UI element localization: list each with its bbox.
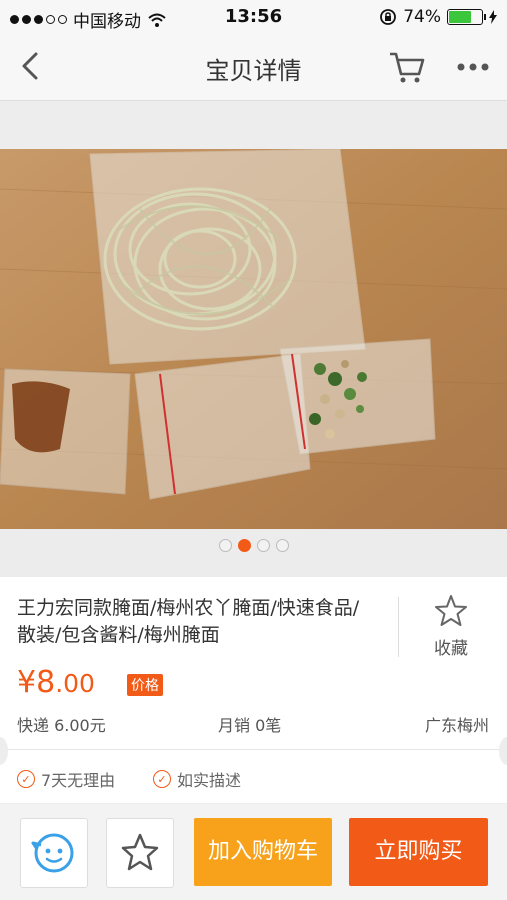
bottom-action-bar: 加入购物车 立即购买 — [0, 804, 507, 900]
pager-dot[interactable] — [237, 539, 251, 552]
checkmark-icon: ✓ — [17, 770, 35, 788]
product-title: 王力宏同款腌面/梅州农丫腌面/快速食品/散装/包含酱料/梅州腌面 — [17, 597, 360, 646]
favorite-label: 收藏 — [434, 639, 468, 659]
divider — [0, 749, 507, 750]
buy-now-button[interactable]: 立即购买 — [349, 818, 488, 886]
gallery-pager — [0, 529, 507, 577]
price-symbol: ¥ — [17, 665, 37, 700]
add-to-cart-button[interactable]: 加入购物车 — [194, 818, 332, 886]
pager-dot[interactable] — [256, 539, 270, 552]
ship-from-location: 广东梅州 — [424, 716, 489, 735]
notch-left — [0, 737, 8, 765]
product-image[interactable] — [0, 149, 507, 529]
divider — [398, 597, 399, 657]
shipping-fee: 快递 6.00元 — [17, 716, 106, 735]
pager-dot[interactable] — [218, 539, 232, 552]
star-icon — [435, 595, 467, 626]
checkmark-icon: ✓ — [153, 770, 171, 788]
favorite-shortcut-button[interactable] — [106, 818, 174, 888]
star-icon — [121, 833, 159, 871]
monthly-sales: 月销 0笔 — [218, 716, 282, 735]
price-decimal: .00 — [55, 669, 95, 698]
battery-icon — [447, 9, 486, 25]
chat-face-icon — [31, 833, 74, 873]
pager-dot[interactable] — [275, 539, 289, 552]
top-spacer — [0, 101, 507, 149]
notch-right — [499, 737, 507, 765]
page-title: 宝贝详情 — [205, 57, 302, 85]
product-price: ¥8.00 — [17, 665, 95, 700]
charging-icon — [489, 10, 497, 24]
promise-label: 如实描述 — [177, 771, 242, 790]
status-bar: 中国移动 13:56 74% — [0, 0, 507, 34]
battery-percent: 74% — [403, 7, 441, 27]
customer-service-button[interactable] — [20, 818, 88, 888]
price-badge: 价格 — [127, 674, 163, 696]
favorite-button[interactable]: 收藏 — [418, 593, 484, 659]
price-integer: 8 — [36, 665, 56, 700]
promise-label: 7天无理由 — [41, 771, 116, 790]
navigation-bar: 宝贝详情 — [0, 34, 507, 101]
promise-item: ✓ 7天无理由 — [17, 767, 115, 791]
rotation-lock-icon — [380, 9, 397, 25]
more-options-icon[interactable] — [455, 60, 491, 74]
product-info-panel: 王力宏同款腌面/梅州农丫腌面/快速食品/散装/包含酱料/梅州腌面 收藏 ¥8.0… — [0, 577, 507, 803]
shopping-cart-icon[interactable] — [388, 48, 426, 86]
promise-item: ✓ 如实描述 — [153, 767, 241, 791]
